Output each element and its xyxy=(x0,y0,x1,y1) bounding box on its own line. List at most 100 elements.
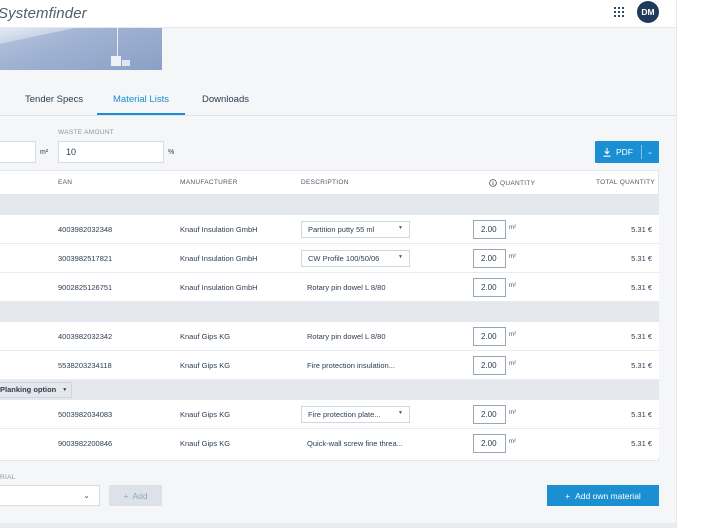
ean-value: 4003982032348 xyxy=(58,225,113,234)
group-header xyxy=(0,195,659,215)
footer-divider xyxy=(0,523,676,528)
description-value: Quick-wall screw fine threa... xyxy=(307,439,403,448)
ean-value: 9003982200846 xyxy=(58,439,113,448)
page-edge xyxy=(676,0,704,528)
caret-down-icon: ▼ xyxy=(398,225,403,231)
ean-value: 5538203234118 xyxy=(58,361,112,370)
quantity-unit: m² xyxy=(509,283,516,289)
description-value: Partition putty 55 ml xyxy=(308,225,375,234)
planking-option-select[interactable]: Planking option ▼ xyxy=(0,385,67,394)
description-select[interactable]: Fire protection plate... ▼ xyxy=(301,406,410,423)
table-row: 9002825126751 Knauf Insulation GmbH Rota… xyxy=(0,273,659,302)
manufacturer-value: Knauf Insulation GmbH xyxy=(180,283,258,292)
quantity-unit: m² xyxy=(509,361,516,367)
description-value: CW Profile 100/50/06 xyxy=(308,254,380,263)
add-material-button[interactable]: + Add xyxy=(109,485,162,506)
table-row: 3003982517821 Knauf Insulation GmbH CW P… xyxy=(0,244,659,273)
tab-tender-specs[interactable]: Tender Specs xyxy=(25,94,83,105)
quantity-input[interactable]: 2.00 xyxy=(473,278,506,297)
planking-option-label: Planking option xyxy=(0,385,57,394)
group-header xyxy=(0,302,659,322)
description-value: Fire protection insulation... xyxy=(307,361,395,370)
quantity-input[interactable]: 2.00 xyxy=(473,327,506,346)
pdf-export-button[interactable]: PDF ⌄ xyxy=(595,141,659,163)
col-quantity[interactable]: QUANTITY xyxy=(489,179,535,187)
col-total-quantity[interactable]: TOTAL QUANTITY xyxy=(596,179,655,186)
area-input[interactable] xyxy=(0,141,36,163)
ean-value: 9002825126751 xyxy=(58,283,113,292)
quantity-unit: m² xyxy=(509,225,516,231)
total-value: 5.31 € xyxy=(631,283,652,292)
planking-option-group: Planking option ▼ xyxy=(0,380,659,400)
quantity-unit: m² xyxy=(509,439,516,445)
quantity-unit: m² xyxy=(509,254,516,260)
table-row: 4003982032342 Knauf Gips KG Rotary pin d… xyxy=(0,322,659,351)
pdf-label: PDF xyxy=(616,147,633,157)
ean-value: 3003982517821 xyxy=(58,254,113,263)
description-value: Rotary pin dowel L 8/80 xyxy=(307,332,386,341)
description-value: Fire protection plate... xyxy=(308,410,381,419)
total-value: 5.31 € xyxy=(631,439,652,448)
quantity-unit: m² xyxy=(509,332,516,338)
material-label: RIAL xyxy=(0,474,16,481)
table-row: 5538203234118 Knauf Gips KG Fire protect… xyxy=(0,351,659,380)
manufacturer-value: Knauf Insulation GmbH xyxy=(180,225,258,234)
total-value: 5.31 € xyxy=(631,254,652,263)
add-label: Add xyxy=(132,490,148,501)
total-value: 5.31 € xyxy=(631,361,652,370)
caret-down-icon: ▼ xyxy=(398,254,403,260)
info-icon[interactable] xyxy=(489,179,497,187)
table-row: 9003982200846 Knauf Gips KG Quick-wall s… xyxy=(0,429,659,458)
table-row: 4003982032348 Knauf Insulation GmbH Part… xyxy=(0,215,659,244)
tab-bar: Tender Specs Material Lists Downloads xyxy=(0,84,676,116)
table-row: 5003982034083 Knauf Gips KG Fire protect… xyxy=(0,400,659,429)
description-value: Rotary pin dowel L 8/80 xyxy=(307,283,386,292)
total-value: 5.31 € xyxy=(631,332,652,341)
manufacturer-value: Knauf Gips KG xyxy=(180,410,231,419)
plus-icon: + xyxy=(123,490,129,501)
add-own-material-button[interactable]: + Add own material xyxy=(547,485,659,506)
ean-value: 4003982032342 xyxy=(58,332,113,341)
pdf-download[interactable]: PDF xyxy=(595,141,641,163)
top-bar: Systemfinder DM xyxy=(0,0,676,28)
ean-value: 5003982034083 xyxy=(58,410,113,419)
download-icon xyxy=(603,147,611,157)
tab-material-lists[interactable]: Material Lists xyxy=(113,94,169,105)
manufacturer-value: Knauf Gips KG xyxy=(180,332,231,341)
col-description[interactable]: DESCRIPTION xyxy=(301,179,349,186)
waste-unit: % xyxy=(168,149,175,156)
manufacturer-value: Knauf Gips KG xyxy=(180,439,231,448)
material-list-panel: Systemfinder DM Tender Specs Material Li… xyxy=(0,0,676,528)
apps-grid-icon[interactable] xyxy=(614,7,624,17)
user-avatar[interactable]: DM xyxy=(637,1,659,23)
quantity-input[interactable]: 2.00 xyxy=(473,405,506,424)
pdf-options-chevron-icon[interactable]: ⌄ xyxy=(641,141,659,163)
quantity-input[interactable]: 2.00 xyxy=(473,356,506,375)
system-image xyxy=(0,28,162,70)
area-unit: m² xyxy=(40,149,49,156)
manufacturer-value: Knauf Insulation GmbH xyxy=(180,254,258,263)
quantity-input[interactable]: 2.00 xyxy=(473,434,506,453)
tab-downloads[interactable]: Downloads xyxy=(202,94,249,105)
chevron-down-icon: ⌄ xyxy=(83,491,90,500)
brand-logo[interactable]: Systemfinder xyxy=(0,5,87,22)
quantity-input[interactable]: 2.00 xyxy=(473,220,506,239)
col-manufacturer[interactable]: MANUFACTURER xyxy=(180,179,238,186)
material-select[interactable]: ⌄ xyxy=(0,485,100,506)
description-select[interactable]: CW Profile 100/50/06 ▼ xyxy=(301,250,410,267)
material-table: EAN MANUFACTURER DESCRIPTION QUANTITY TO… xyxy=(0,170,659,461)
quantity-input[interactable]: 2.00 xyxy=(473,249,506,268)
quantity-unit: m² xyxy=(509,410,516,416)
table-header: EAN MANUFACTURER DESCRIPTION QUANTITY TO… xyxy=(0,171,659,195)
total-value: 5.31 € xyxy=(631,225,652,234)
waste-amount-input[interactable]: 10 xyxy=(58,141,164,163)
col-ean[interactable]: EAN xyxy=(58,179,72,186)
add-own-label: Add own material xyxy=(575,490,641,501)
active-tab-indicator xyxy=(97,113,185,115)
description-select[interactable]: Partition putty 55 ml ▼ xyxy=(301,221,410,238)
caret-down-icon: ▼ xyxy=(62,386,68,393)
plus-icon: + xyxy=(565,490,571,501)
total-value: 5.31 € xyxy=(631,410,652,419)
caret-down-icon: ▼ xyxy=(398,410,403,416)
manufacturer-value: Knauf Gips KG xyxy=(180,361,231,370)
